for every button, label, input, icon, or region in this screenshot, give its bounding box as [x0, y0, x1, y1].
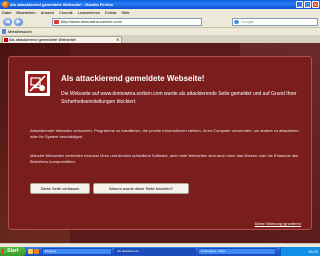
- warning-paragraph-attack: Attackierende Websiten versuchen, Progra…: [30, 128, 299, 139]
- url-bar[interactable]: http://www.domowina.sorben.com/: [52, 18, 202, 26]
- firefox-icon: [2, 1, 9, 8]
- tab-bar: Als attackierend gemeldete Webseite! ×: [0, 35, 320, 43]
- clock: 18:40: [307, 249, 318, 254]
- url-text: http://www.domowina.sorben.com/: [61, 19, 122, 24]
- menu-file[interactable]: Datei: [2, 9, 11, 16]
- why-blocked-button[interactable]: Warum wurde diese Seite blockiert?: [93, 183, 189, 194]
- menu-help[interactable]: Hilfe: [121, 9, 129, 16]
- quick-launch: [28, 249, 39, 254]
- attack-warning-icon: [25, 71, 50, 96]
- menu-history[interactable]: Chronik: [59, 9, 73, 16]
- bookmarks-toolbar: Meistbesucht: [0, 28, 320, 35]
- tab-close-icon[interactable]: ×: [116, 37, 120, 42]
- search-placeholder: Google: [241, 19, 254, 24]
- bookmark-icon: [2, 29, 6, 34]
- quick-launch-firefox-icon[interactable]: [34, 249, 39, 254]
- back-button[interactable]: ◀: [3, 18, 12, 26]
- minimize-button[interactable]: _: [296, 1, 303, 8]
- system-tray: 18:40: [280, 247, 320, 256]
- forward-button[interactable]: ▶: [14, 18, 23, 26]
- menu-tools[interactable]: Extras: [105, 9, 116, 16]
- maximize-button[interactable]: □: [304, 1, 311, 8]
- menu-view[interactable]: Ansicht: [41, 9, 54, 16]
- search-engine-icon: [234, 20, 239, 24]
- site-icon: [54, 20, 59, 24]
- taskbar-item-active[interactable]: Als attackierend ...: [114, 248, 196, 255]
- tab-site-icon: [4, 38, 8, 42]
- start-label: Start: [7, 248, 19, 254]
- warning-subtitle: Die Webseite auf www.domowina.sorben.com…: [61, 91, 297, 105]
- menu-bar: Datei Bearbeiten Ansicht Chronik Lesezei…: [0, 9, 320, 16]
- search-input[interactable]: Google: [232, 18, 318, 26]
- navigation-toolbar: ◀ ▶ http://www.domowina.sorben.com/ Goog…: [0, 16, 320, 28]
- warning-panel: Als attackierend gemeldete Webseite! Die…: [8, 56, 312, 230]
- taskbar-item[interactable]: Unbenannt - Paint: [198, 248, 276, 255]
- tab-active[interactable]: Als attackierend gemeldete Webseite! ×: [2, 36, 122, 43]
- quick-launch-folder-icon[interactable]: [28, 249, 33, 254]
- tab-label: Als attackierend gemeldete Webseite!: [9, 37, 77, 42]
- window-controls: _ □ ×: [296, 1, 319, 8]
- warning-title: Als attackierend gemeldete Webseite!: [61, 74, 205, 83]
- start-button[interactable]: Start: [0, 247, 26, 256]
- close-button[interactable]: ×: [312, 1, 319, 8]
- leave-page-button[interactable]: Diese Seite verlassen: [30, 183, 90, 194]
- windows-logo-icon: [2, 249, 6, 254]
- window-title: Als attackierend gemeldete Webseite! - M…: [10, 2, 114, 7]
- window-titlebar: Als attackierend gemeldete Webseite! - M…: [0, 0, 320, 9]
- windows-taskbar: Start Eingang Als attackierend ... Unben…: [0, 247, 320, 256]
- bookmark-most-visited[interactable]: Meistbesucht: [8, 29, 32, 34]
- menu-bookmarks[interactable]: Lesezeichen: [78, 9, 100, 16]
- taskbar-item[interactable]: Eingang: [42, 248, 112, 255]
- menu-edit[interactable]: Bearbeiten: [16, 9, 35, 16]
- page-content: Als attackierend gemeldete Webseite! Die…: [0, 43, 320, 243]
- ignore-warning-link[interactable]: Diese Warnung ignorieren: [255, 221, 301, 226]
- warning-paragraph-viruses: Manche Webseiten verbreiten bewusst Vire…: [30, 153, 299, 164]
